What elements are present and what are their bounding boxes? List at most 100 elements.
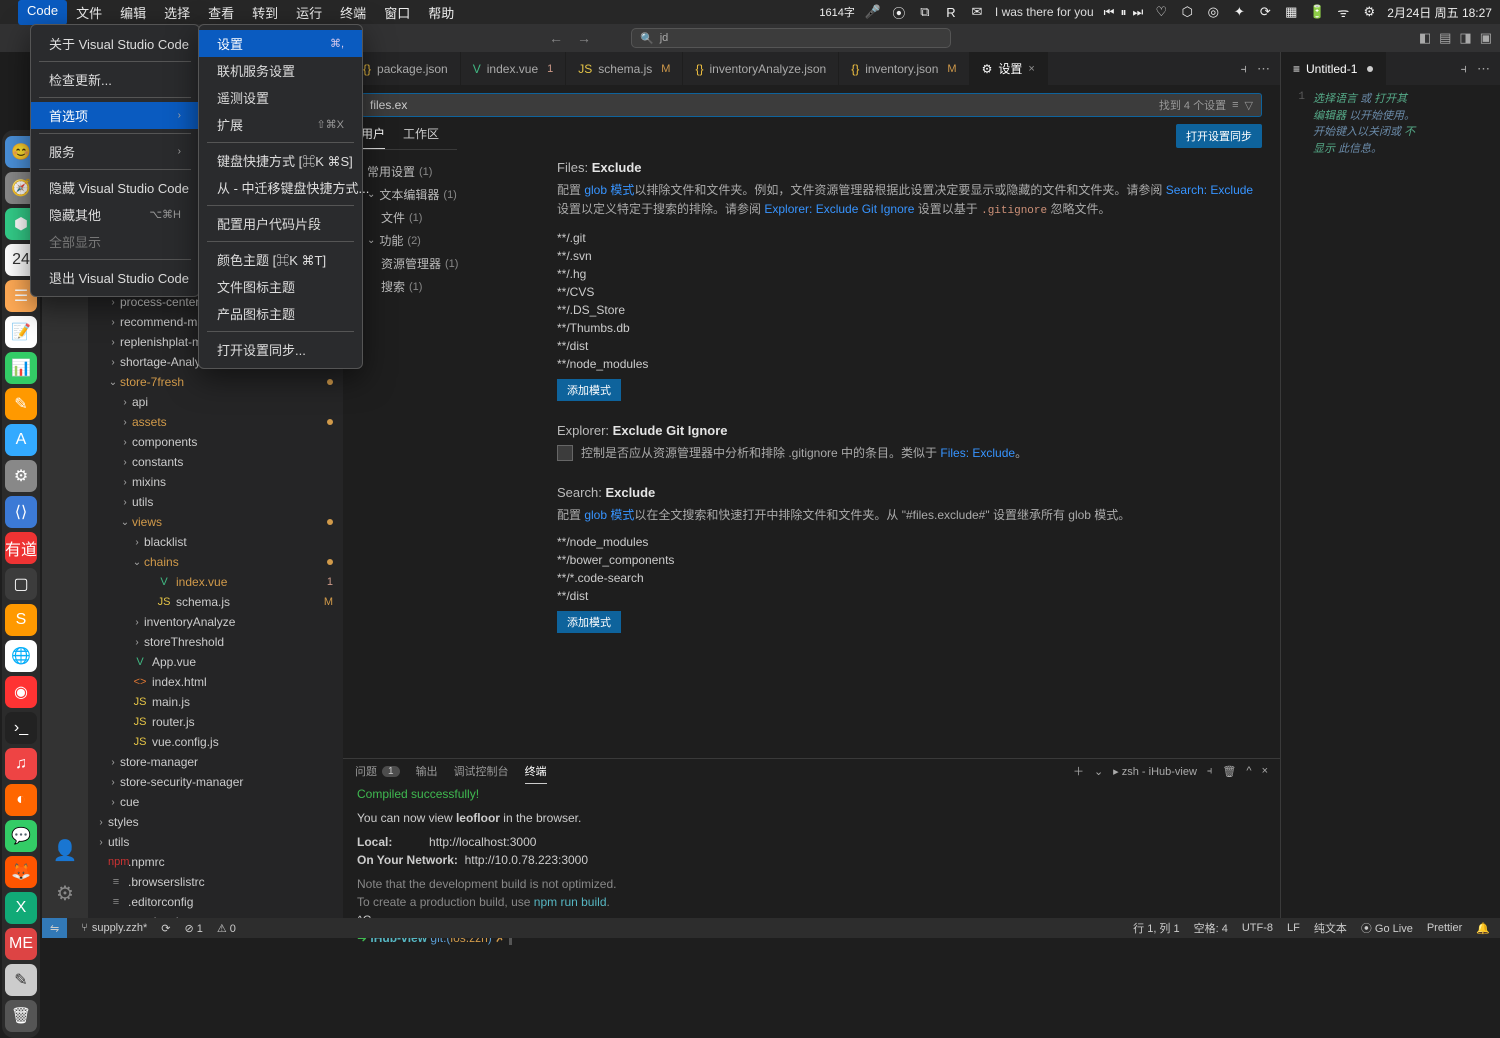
prefs-item-keybindings[interactable]: 键盘快捷方式 [⌘K ⌘S] <box>199 147 362 174</box>
dock-trash-icon[interactable]: 🗑 <box>5 1000 37 1032</box>
tray-icon-3[interactable]: ⬡ <box>1179 4 1195 20</box>
tray-icon-5[interactable]: ✦ <box>1231 4 1247 20</box>
tree-item[interactable]: Vindex.vue1 <box>88 572 343 592</box>
link-explorer-exclude[interactable]: Explorer: Exclude Git Ignore <box>764 202 914 216</box>
dock-app-4-icon[interactable]: ◐ <box>5 784 37 816</box>
close-panel-icon[interactable]: × <box>1262 765 1268 777</box>
battery-icon[interactable]: 🔋 <box>1309 4 1325 20</box>
tree-item[interactable]: ›utils <box>88 832 343 852</box>
link-glob[interactable]: glob 模式 <box>584 183 634 197</box>
dock-vscode-icon[interactable]: ⟨⟩ <box>5 496 37 528</box>
tray-icon-7[interactable]: ▦ <box>1283 4 1299 20</box>
tree-item[interactable]: ›mixins <box>88 472 343 492</box>
split-editor-icon-2[interactable]: ⫞ <box>1461 61 1468 77</box>
settings-toc-item[interactable]: 搜索 (1) <box>367 275 523 298</box>
status-encoding[interactable]: UTF-8 <box>1242 920 1273 936</box>
link-files-exclude[interactable]: Files: Exclude <box>940 446 1015 460</box>
media-next-icon[interactable]: ⏭ <box>1132 5 1143 20</box>
menu-select[interactable]: 选择 <box>155 0 199 25</box>
dock-iterm-icon[interactable]: ›_ <box>5 712 37 744</box>
menu-item-services[interactable]: 服务› <box>31 138 199 165</box>
editor-tab[interactable]: {}package.json <box>351 52 461 85</box>
tree-item[interactable]: ⌄store-7fresh <box>88 372 343 392</box>
exclude-pattern[interactable]: **/CVS <box>557 283 1258 301</box>
editor-tab[interactable]: JSschema.jsM <box>566 52 683 85</box>
menu-run[interactable]: 运行 <box>287 0 331 25</box>
tab-workspace[interactable]: 工作区 <box>403 125 439 149</box>
settings-toc-item[interactable]: ⌄文本编辑器 (1) <box>367 183 523 206</box>
editor-tab[interactable]: {}inventory.jsonM <box>839 52 969 85</box>
terminal-dropdown-icon[interactable]: ⌄ <box>1094 765 1103 778</box>
prefs-item-settings-sync[interactable]: 打开设置同步... <box>199 336 362 363</box>
dock-music-icon[interactable]: ♫ <box>5 748 37 780</box>
panel-tab-debug[interactable]: 调试控制台 <box>454 759 509 783</box>
filter-icon[interactable]: ▽ <box>1245 99 1253 112</box>
panel-tab-output[interactable]: 输出 <box>416 759 438 783</box>
tree-item[interactable]: ≡.editorconfig <box>88 892 343 912</box>
maximize-panel-icon[interactable]: ^ <box>1246 765 1251 777</box>
media-pause-icon[interactable]: ⏸ <box>1120 5 1126 20</box>
prefs-item-snippets[interactable]: 配置用户代码片段 <box>199 210 362 237</box>
split-editor-icon[interactable]: ⫞ <box>1241 61 1248 77</box>
clear-search-icon[interactable]: ≡ <box>1232 99 1238 111</box>
dock-notes-icon[interactable]: 📝 <box>5 316 37 348</box>
status-errors[interactable]: ⊘ 1 <box>184 922 202 935</box>
exclude-pattern[interactable]: **/.DS_Store <box>557 301 1258 319</box>
tab-untitled[interactable]: ≡ Untitled-1 <box>1281 52 1386 85</box>
mic-icon[interactable]: 🎤 <box>865 4 881 20</box>
tray-icon-2[interactable]: ⧉ <box>917 4 933 20</box>
status-branch[interactable]: ⑂ supply.zzh* <box>81 922 147 934</box>
menu-help[interactable]: 帮助 <box>419 0 463 25</box>
dock-app-6-icon[interactable]: ✎ <box>5 964 37 996</box>
prefs-item-online[interactable]: 联机服务设置 <box>199 57 362 84</box>
menu-item-quit[interactable]: 退出 Visual Studio Code⌘Q <box>31 264 199 291</box>
dock-numbers-icon[interactable]: 📊 <box>5 352 37 384</box>
settings-search-input[interactable]: files.ex 找到 4 个设置 ≡ ▽ <box>361 93 1262 117</box>
tree-item[interactable]: ≡.browserslistrc <box>88 872 343 892</box>
status-remote[interactable]: ⇋ <box>42 918 67 938</box>
nav-back-icon[interactable]: ← <box>549 30 563 46</box>
menu-terminal[interactable]: 终端 <box>331 0 375 25</box>
settings-toc-item[interactable]: 资源管理器 (1) <box>367 252 523 275</box>
add-pattern-button[interactable]: 添加模式 <box>557 379 621 401</box>
menu-edit[interactable]: 编辑 <box>111 0 155 25</box>
activity-settings-icon[interactable]: ⚙ <box>56 881 74 906</box>
settings-toc-item[interactable]: 常用设置 (1) <box>367 160 523 183</box>
tray-icon-wechat[interactable]: ✉ <box>969 4 985 20</box>
now-playing[interactable]: I was there for you <box>995 5 1094 19</box>
exclude-pattern[interactable]: **/dist <box>557 587 1258 605</box>
tree-item[interactable]: ›blacklist <box>88 532 343 552</box>
tree-item[interactable]: ›api <box>88 392 343 412</box>
kill-terminal-icon[interactable]: 🗑 <box>1222 765 1236 778</box>
status-eol[interactable]: LF <box>1287 920 1300 936</box>
layout-primary-icon[interactable]: ◧ <box>1419 30 1431 46</box>
tree-item[interactable]: ›store-security-manager <box>88 772 343 792</box>
terminal-label[interactable]: ▸ zsh - iHub-view <box>1113 765 1197 778</box>
status-spaces[interactable]: 空格: 4 <box>1194 920 1228 936</box>
status-line-col[interactable]: 行 1, 列 1 <box>1133 920 1179 936</box>
status-sync[interactable]: ⟳ <box>161 922 170 935</box>
dock-app-2-icon[interactable]: ▢ <box>5 568 37 600</box>
tab-user[interactable]: 用户 <box>361 125 385 149</box>
more-actions-icon-2[interactable]: ⋯ <box>1477 61 1490 77</box>
prefs-item-telemetry[interactable]: 遥测设置 <box>199 84 362 111</box>
tray-icon-6[interactable]: ⟳ <box>1257 4 1273 20</box>
exclude-pattern[interactable]: **/.svn <box>557 247 1258 265</box>
tree-item[interactable]: <>index.html <box>88 672 343 692</box>
link-search-exclude[interactable]: Search: Exclude <box>1166 183 1253 197</box>
status-prettier[interactable]: Prettier <box>1427 920 1462 936</box>
tray-icon-1[interactable]: ⦿ <box>891 4 907 20</box>
settings-toc-item[interactable]: ⌄功能 (2) <box>367 229 523 252</box>
tree-item[interactable]: JSschema.jsM <box>88 592 343 612</box>
exclude-pattern[interactable]: **/.git <box>557 229 1258 247</box>
tree-item[interactable]: ⌄views <box>88 512 343 532</box>
tree-item[interactable]: JSmain.js <box>88 692 343 712</box>
tree-item[interactable]: JSrouter.js <box>88 712 343 732</box>
nav-forward-icon[interactable]: → <box>577 30 591 46</box>
menu-code[interactable]: Code <box>18 0 67 25</box>
tree-item[interactable]: ›storeThreshold <box>88 632 343 652</box>
panel-tab-problems[interactable]: 问题1 <box>355 759 400 783</box>
new-terminal-icon[interactable]: ＋ <box>1073 763 1084 779</box>
dock-app-5-icon[interactable]: ME <box>5 928 37 960</box>
menu-item-hide-others[interactable]: 隐藏其他⌥⌘H <box>31 201 199 228</box>
